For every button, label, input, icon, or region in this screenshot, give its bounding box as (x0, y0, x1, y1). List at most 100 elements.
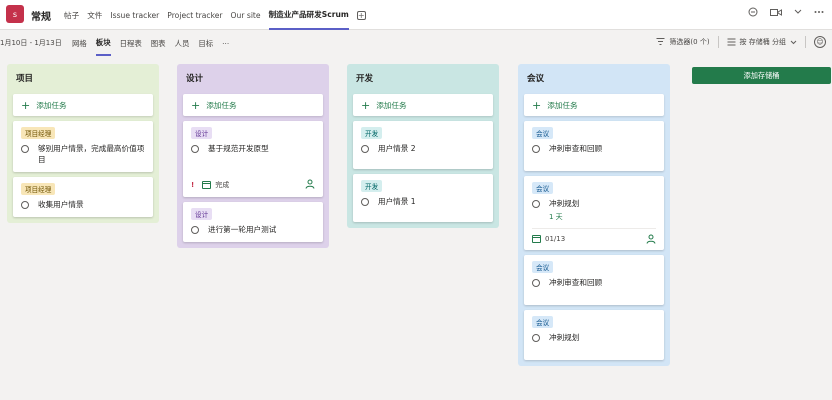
task-label: 开发 (361, 127, 383, 139)
add-bucket-button[interactable]: 添加存储桶 (692, 67, 831, 84)
task-card[interactable]: 开发 用户情景 2 (353, 121, 493, 169)
view-more[interactable]: ··· (222, 30, 229, 56)
tab-project-tracker[interactable]: Project tracker (167, 0, 222, 30)
task-card[interactable]: 项目经理 收集用户情景 (13, 177, 153, 217)
task-title: 冲刺规划 (549, 333, 580, 342)
toolbar-divider (717, 36, 719, 48)
meet-icon[interactable] (770, 8, 782, 17)
task-title: 用户情景 2 (378, 144, 416, 153)
view-switcher: 网格 板块 日程表 图表 人员 目标 ··· (72, 30, 238, 56)
view-goals[interactable]: 目标 (198, 30, 213, 56)
filter-label: 筛选器(0 个) (669, 38, 710, 46)
filter-button[interactable]: 筛选器(0 个) (656, 37, 710, 47)
card-footer: 01/13 (532, 228, 656, 244)
task-title: 冲刺规划 (549, 199, 580, 208)
plus-icon: + (532, 98, 542, 112)
date-range: 1月10日 - 1月13日 (0, 39, 62, 47)
channel-name: 常规 (31, 12, 51, 23)
more-icon[interactable] (814, 10, 824, 14)
filter-icon (656, 38, 665, 45)
task-label: 开发 (361, 180, 383, 192)
channel-tabs: 帖子 文件 Issue tracker Project tracker Our … (64, 0, 366, 30)
task-title: 进行第一轮用户测试 (208, 225, 277, 234)
view-board[interactable]: 板块 (95, 30, 111, 56)
task-label: 设计 (191, 127, 213, 139)
complete-checkbox[interactable] (532, 333, 540, 342)
complete-checkbox[interactable] (361, 144, 369, 153)
complete-checkbox[interactable] (361, 197, 369, 206)
add-task-label: 添加任务 (206, 100, 237, 110)
view-schedule[interactable]: 日程表 (120, 30, 142, 56)
complete-checkbox[interactable] (21, 200, 29, 209)
bucket-title[interactable]: 会议 (524, 70, 664, 86)
toolbar-actions: 筛选器(0 个) 按 存储桶 分组 ☺ (656, 36, 826, 48)
task-label: 设计 (191, 208, 213, 220)
complete-checkbox[interactable] (21, 144, 29, 153)
plus-icon: + (191, 98, 201, 112)
tab-posts[interactable]: 帖子 (64, 0, 79, 30)
bucket-title[interactable]: 项目 (13, 70, 153, 86)
toolbar-divider (805, 36, 806, 48)
add-task-label: 添加任务 (547, 100, 578, 110)
tab-scrum-planner[interactable]: 制造业产品研发Scrum (268, 0, 349, 30)
calendar-icon (202, 181, 212, 189)
group-by-button[interactable]: 按 存储桶 分组 (727, 37, 797, 47)
task-card[interactable]: 会议 冲刺规划 (524, 310, 664, 360)
task-title: 够别用户情景，完成最高价值项目 (38, 144, 145, 164)
group-icon (727, 38, 736, 46)
task-duration: 1 天 (549, 213, 563, 221)
task-card[interactable]: 开发 用户情景 1 (353, 174, 493, 222)
feedback-smiley-icon[interactable]: ☺ (814, 36, 826, 48)
priority-important-icon: ! (191, 181, 195, 189)
task-card[interactable]: 设计 进行第一轮用户测试 (183, 202, 323, 242)
complete-checkbox[interactable] (532, 278, 540, 287)
task-label: 会议 (532, 127, 554, 139)
add-task-button[interactable]: + 添加任务 (353, 94, 493, 116)
task-title: 基于规范开发原型 (208, 144, 269, 153)
task-card[interactable]: 项目经理 够别用户情景，完成最高价值项目 (13, 121, 153, 172)
task-title: 冲刺审查和回顾 (549, 278, 603, 287)
task-title: 收集用户情景 (38, 200, 84, 209)
group-by-label: 按 存储桶 分组 (739, 38, 786, 46)
team-avatar[interactable]: s (6, 5, 24, 23)
calendar-icon (532, 235, 541, 243)
add-task-button[interactable]: + 添加任务 (524, 94, 664, 116)
task-card[interactable]: 设计 基于规范开发原型 ! 完成 (183, 121, 323, 197)
complete-checkbox[interactable] (532, 199, 540, 208)
assign-person-icon[interactable] (646, 234, 656, 244)
bucket-design: 设计 + 添加任务 设计 基于规范开发原型 ! 完成 设计 进行第一轮用户测试 (177, 64, 329, 248)
task-label: 项目经理 (21, 183, 56, 195)
add-task-label: 添加任务 (36, 100, 67, 110)
chevron-down-icon[interactable] (794, 9, 802, 15)
task-card[interactable]: 会议 冲刺审查和回顾 (524, 255, 664, 305)
task-label: 会议 (532, 261, 554, 273)
add-task-button[interactable]: + 添加任务 (183, 94, 323, 116)
bucket-dev: 开发 + 添加任务 开发 用户情景 2 开发 用户情景 1 (347, 64, 499, 228)
tab-our-site[interactable]: Our site (231, 0, 261, 30)
plus-icon: + (21, 98, 31, 112)
due-date: 01/13 (545, 235, 566, 243)
add-task-label: 添加任务 (376, 100, 407, 110)
bucket-title[interactable]: 开发 (353, 70, 493, 86)
task-label: 会议 (532, 182, 554, 194)
bucket-title[interactable]: 设计 (183, 70, 323, 86)
chevron-down-icon (790, 40, 797, 44)
tab-files[interactable]: 文件 (87, 0, 102, 30)
complete-checkbox[interactable] (191, 144, 199, 153)
task-card[interactable]: 会议 冲刺审查和回顾 (524, 121, 664, 171)
task-status: 完成 (215, 181, 230, 189)
task-card[interactable]: 会议 冲刺规划 1 天 01/13 (524, 176, 664, 250)
add-task-button[interactable]: + 添加任务 (13, 94, 153, 116)
chat-icon[interactable] (748, 7, 758, 17)
tab-issue-tracker[interactable]: Issue tracker (110, 0, 159, 30)
view-charts[interactable]: 图表 (151, 30, 166, 56)
planner-toolbar: 1月10日 - 1月13日 网格 板块 日程表 图表 人员 目标 ··· 筛选器… (0, 30, 832, 56)
assign-person-icon[interactable] (305, 179, 315, 189)
complete-checkbox[interactable] (191, 225, 199, 234)
card-footer: ! 完成 (191, 174, 315, 190)
view-people[interactable]: 人员 (175, 30, 190, 56)
add-tab-button[interactable]: + (356, 10, 366, 20)
bucket-meeting: 会议 + 添加任务 会议 冲刺审查和回顾 会议 冲刺规划 1 天 01/13 会议… (518, 64, 670, 366)
view-grid[interactable]: 网格 (72, 30, 87, 56)
complete-checkbox[interactable] (532, 144, 540, 153)
